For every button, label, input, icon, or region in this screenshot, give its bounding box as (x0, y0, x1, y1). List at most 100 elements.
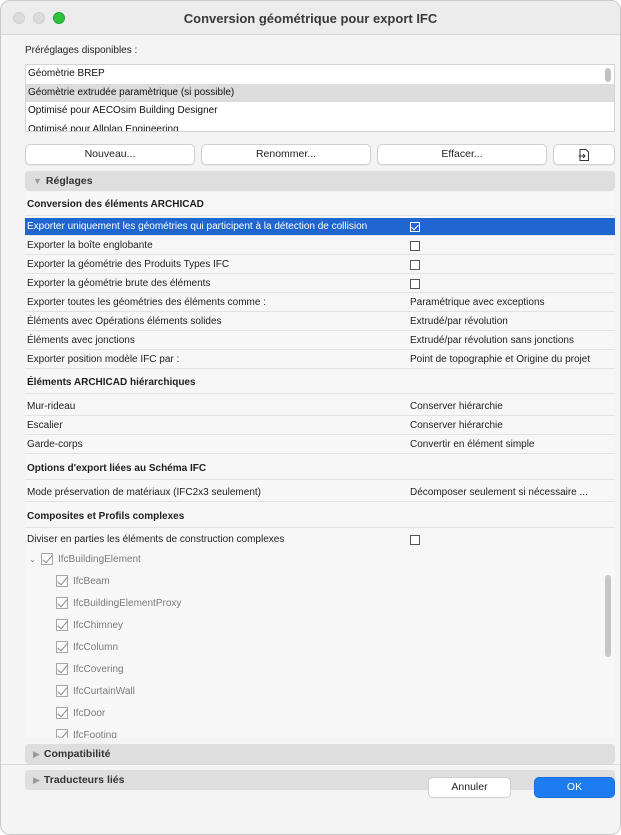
setting-value[interactable]: Extrudé/par révolution (410, 313, 508, 331)
preset-item[interactable]: Optimisé pour Allplan Engineering (26, 121, 614, 132)
setting-value[interactable]: Conserver hiérarchie (410, 398, 503, 416)
disclosure-open-icon: ▼ (33, 176, 42, 186)
settings-section-header[interactable]: ▼ Réglages (25, 171, 615, 191)
chevron-down-icon[interactable]: ⌄ (29, 549, 39, 571)
setting-value[interactable]: Conserver hiérarchie (410, 417, 503, 435)
tree-checkbox[interactable] (56, 729, 68, 738)
setting-label: Mode préservation de matériaux (IFC2x3 s… (27, 487, 261, 498)
tree-checkbox[interactable] (56, 619, 68, 632)
split-complex-checkbox[interactable] (410, 535, 420, 545)
setting-row-railing[interactable]: Garde-corps Convertir en élément simple (25, 436, 615, 454)
setting-row-model-position[interactable]: Exporter position modèle IFC par : Point… (25, 351, 615, 369)
setting-row-collision[interactable]: Exporter uniquement les géométries qui p… (25, 218, 615, 236)
setting-value[interactable]: Convertir en élément simple (410, 436, 535, 454)
setting-value[interactable]: Point de topographie et Origine du proje… (410, 351, 590, 369)
delete-preset-button[interactable]: Effacer... (377, 144, 547, 165)
presets-label: Préréglages disponibles : (25, 45, 138, 56)
setting-label: Exporter uniquement les géométries qui p… (27, 221, 368, 232)
setting-label: Éléments avec Opérations éléments solide… (27, 316, 222, 327)
type-products-checkbox[interactable] (410, 260, 420, 270)
setting-label: Garde-corps (27, 439, 83, 450)
setting-value[interactable]: Extrudé/par révolution sans jonctions (410, 332, 574, 350)
translators-section-title: Traducteurs liés (43, 774, 125, 786)
tree-item-label: IfcBuildingElement (58, 554, 141, 565)
tree-item-label: IfcChimney (73, 620, 124, 631)
setting-row-geometry-as[interactable]: Exporter toutes les géométries des éléme… (25, 294, 615, 312)
tree-item[interactable]: IfcFooting (56, 725, 117, 738)
settings-section-title: Réglages (45, 175, 93, 187)
setting-value[interactable]: Décomposer seulement si nécessaire ... (410, 484, 588, 502)
collision-checkbox[interactable] (410, 222, 420, 232)
tree-checkbox[interactable] (56, 707, 68, 720)
tree-item[interactable]: IfcCurtainWall (56, 681, 135, 703)
setting-value[interactable]: Paramétrique avec exceptions (410, 294, 545, 312)
setting-row-raw-geometry[interactable]: Exporter la géométrie brute des éléments (25, 275, 615, 293)
bounding-box-checkbox[interactable] (410, 241, 420, 251)
setting-row-material-mode[interactable]: Mode préservation de matériaux (IFC2x3 s… (25, 484, 615, 502)
tree-scrollbar[interactable] (605, 575, 611, 657)
dialog-content: Préréglages disponibles : Géomètrie BREP… (1, 35, 620, 834)
tree-checkbox[interactable] (56, 685, 68, 698)
raw-geometry-checkbox[interactable] (410, 279, 420, 289)
setting-row-junctions[interactable]: Éléments avec jonctions Extrudé/par révo… (25, 332, 615, 350)
tree-item[interactable]: IfcColumn (56, 637, 118, 659)
disclosure-closed-icon: ▶ (33, 775, 40, 785)
dialog-window: Conversion géométrique pour export IFC P… (0, 0, 621, 835)
tree-item-label: IfcCurtainWall (73, 686, 135, 697)
compat-section-header[interactable]: ▶ Compatibilité (25, 744, 615, 764)
tree-item[interactable]: IfcChimney (56, 615, 123, 637)
tree-checkbox[interactable] (56, 597, 68, 610)
setting-row-stair[interactable]: Escalier Conserver hiérarchie (25, 417, 615, 435)
tree-item-label: IfcFooting (73, 730, 117, 738)
group-title-composites: Composites et Profils complexes (25, 506, 615, 528)
setting-label: Exporter toutes les géométries des éléme… (27, 297, 266, 308)
setting-label: Diviser en parties les éléments de const… (27, 534, 285, 545)
setting-label: Exporter la boîte englobante (27, 240, 153, 251)
tree-checkbox[interactable] (41, 553, 53, 566)
setting-row-curtain-wall[interactable]: Mur-rideau Conserver hiérarchie (25, 398, 615, 416)
presets-scrollbar[interactable] (605, 68, 611, 82)
tree-checkbox[interactable] (56, 641, 68, 654)
setting-row-solid-ops[interactable]: Éléments avec Opérations éléments solide… (25, 313, 615, 331)
tree-item[interactable]: IfcCovering (56, 659, 124, 681)
preset-item[interactable]: Géomètrie BREP (26, 65, 614, 84)
tree-item-label: IfcDoor (73, 708, 106, 719)
tree-item-label: IfcCovering (73, 664, 124, 675)
setting-label: Exporter position modèle IFC par : (27, 354, 180, 365)
tree-item[interactable]: IfcDoor (56, 703, 105, 725)
tree-checkbox[interactable] (56, 663, 68, 676)
group-title-schema: Options d'export liées au Schéma IFC (25, 458, 615, 480)
setting-label: Escalier (27, 420, 63, 431)
import-preset-button[interactable] (553, 144, 615, 165)
setting-label: Éléments avec jonctions (27, 335, 135, 346)
rename-preset-button[interactable]: Renommer... (201, 144, 371, 165)
title-bar: Conversion géométrique pour export IFC (1, 1, 620, 35)
tree-item-label: IfcColumn (73, 642, 119, 653)
setting-label: Mur-rideau (27, 401, 76, 412)
import-file-icon (578, 149, 589, 161)
setting-label: Exporter la géométrie des Produits Types… (27, 259, 230, 270)
group-title: Conversion des éléments ARCHICAD (27, 199, 204, 210)
preset-item[interactable]: Optimisé pour AECOsim Building Designer (26, 102, 614, 121)
setting-row-type-products[interactable]: Exporter la géométrie des Produits Types… (25, 256, 615, 274)
tree-item-label: IfcBuildingElementProxy (73, 598, 182, 609)
setting-row-bounding-box[interactable]: Exporter la boîte englobante (25, 237, 615, 255)
ok-button[interactable]: OK (534, 777, 615, 798)
group-title: Éléments ARCHICAD hiérarchiques (27, 377, 196, 388)
new-preset-button[interactable]: Nouveau... (25, 144, 195, 165)
window-title: Conversion géométrique pour export IFC (183, 11, 438, 26)
compat-section-title: Compatibilité (43, 748, 111, 760)
footer-divider (1, 764, 620, 765)
setting-label: Exporter la géométrie brute des éléments (27, 278, 211, 289)
tree-item-root[interactable]: ⌄ IfcBuildingElement (29, 549, 141, 571)
translators-section-header[interactable]: ▶ Traducteurs liés (25, 770, 615, 790)
group-title: Options d'export liées au Schéma IFC (27, 463, 207, 474)
tree-item[interactable]: IfcBeam (56, 571, 110, 593)
cancel-button[interactable]: Annuler (428, 777, 511, 798)
tree-checkbox[interactable] (56, 575, 68, 588)
preset-item-selected[interactable]: Géomètrie extrudée paramètrique (si poss… (26, 83, 614, 102)
presets-list[interactable]: Géomètrie BREP Géomètrie extrudée paramè… (25, 64, 615, 132)
setting-row-split-complex[interactable]: Diviser en parties les éléments de const… (25, 531, 615, 549)
tree-item[interactable]: IfcBuildingElementProxy (56, 593, 181, 615)
settings-panel: Conversion des éléments ARCHICAD Exporte… (25, 192, 615, 738)
